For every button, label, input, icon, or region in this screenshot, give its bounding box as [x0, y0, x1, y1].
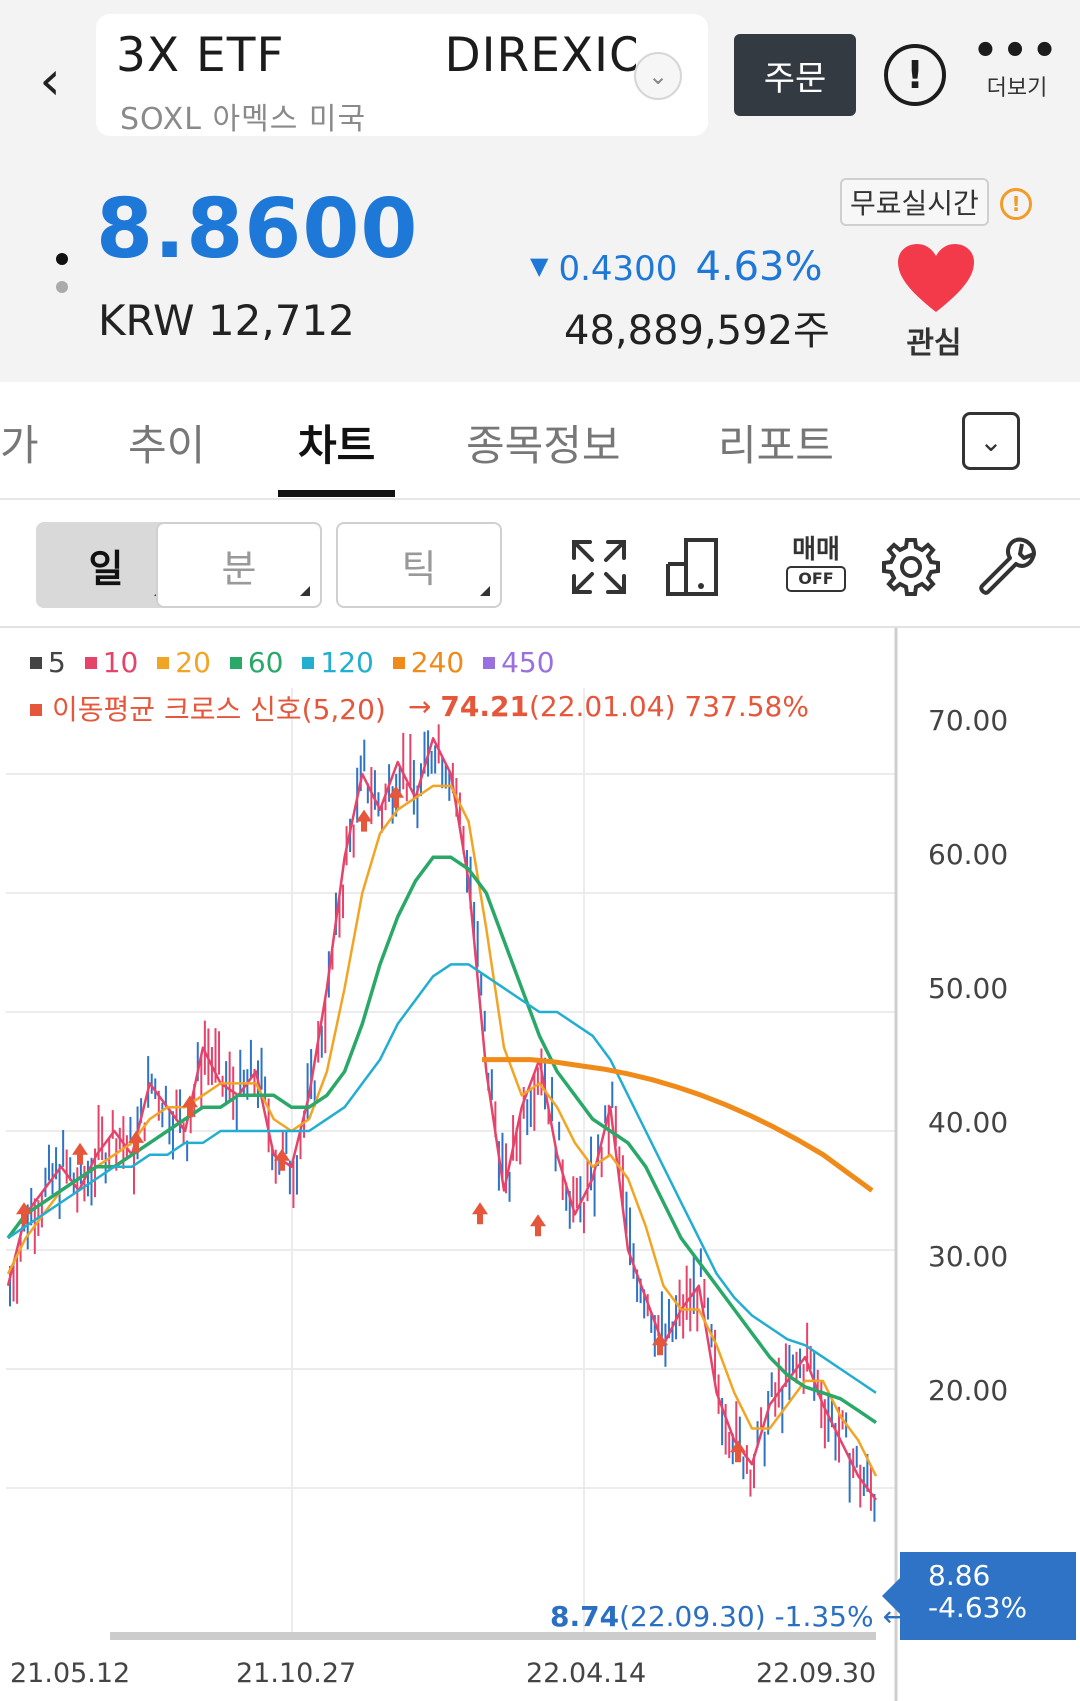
price-area: 8.8600 KRW 12,712 ▼ 0.4300 4.63% 48,889,59… — [0, 150, 1080, 382]
trade-label: 매매 — [792, 535, 840, 565]
ticker-left: 3X ETF — [116, 28, 285, 83]
cross-signal-arrow — [472, 1202, 488, 1225]
more-label: 더보기 — [986, 76, 1048, 101]
period-day-label: 일 — [88, 546, 124, 591]
order-button[interactable]: 주문 — [734, 34, 856, 116]
x-tick-label: 22.04.14 — [526, 1658, 647, 1689]
y-tick-label: 50.00 — [928, 972, 1009, 1005]
top-bar: ‹ 3X ETF DIREXIO SOXL 아멕스 미국 ⌄ 주문 ! ••• 더… — [0, 0, 1080, 150]
current-price-label: 8.86 -4.63% — [882, 1552, 1076, 1640]
legend-ma-240: 240 — [392, 646, 464, 679]
expand-icon[interactable] — [568, 536, 630, 598]
current-price: 8.8600 — [96, 182, 419, 277]
page-indicator-active — [56, 253, 68, 265]
tab-stock-info[interactable]: 종목정보 — [466, 412, 621, 473]
y-tick-label: 20.00 — [928, 1374, 1009, 1407]
y-tick-label: 60.00 — [928, 838, 1009, 871]
cross-signal-arrow — [388, 785, 404, 808]
legend-ma-10: 10 — [84, 646, 138, 679]
low-date: (22.09.30) -1.35% — [619, 1600, 874, 1633]
ma-line-120 — [7, 963, 877, 1394]
chart-canvas[interactable] — [0, 628, 1080, 1701]
tab-bar: 가 추이 차트 종목정보 리포트 ⌄ — [0, 382, 1080, 500]
chevron-down-icon[interactable]: ⌄ — [634, 52, 682, 100]
corner-triangle-icon — [300, 586, 310, 596]
tab-price[interactable]: 가 — [0, 412, 39, 473]
legend-ma-20: 20 — [157, 646, 211, 679]
more-dots-icon: ••• — [972, 28, 1062, 74]
high-annotation: → 74.21(22.01.04) 737.58% — [408, 690, 809, 723]
ma-legend: 5 10 20 60 120 240 450 — [30, 646, 565, 679]
chart-toolbar: 일 분 틱 매매 OFF — [0, 500, 1080, 628]
ticker-right: DIREXIO — [444, 28, 636, 83]
cross-signal-arrow — [72, 1142, 88, 1165]
tab-chart[interactable]: 차트 — [298, 412, 375, 473]
tab-trend[interactable]: 추이 — [128, 412, 205, 473]
x-tick-label: 21.10.27 — [236, 1658, 357, 1689]
down-triangle-icon: ▼ — [530, 252, 549, 280]
current-pct: -4.63% — [928, 1591, 1028, 1624]
corner-triangle-icon — [480, 586, 490, 596]
current-value: 8.86 — [928, 1559, 991, 1592]
trade-state: OFF — [786, 566, 846, 592]
more-button[interactable]: ••• 더보기 — [972, 28, 1062, 102]
stock-title: 3X ETF DIREXIO — [116, 28, 636, 83]
page-indicator-inactive — [56, 281, 68, 293]
period-tick-label: 틱 — [401, 546, 437, 591]
price-change: ▼ 0.4300 4.63% — [530, 244, 823, 290]
chevron-left-icon[interactable]: ‹ — [22, 40, 78, 120]
info-icon[interactable]: ! — [1000, 188, 1032, 220]
cross-signal-arrow — [356, 809, 372, 832]
rotate-screen-icon[interactable] — [664, 536, 726, 598]
watch-label: 관심 — [906, 326, 962, 361]
tab-report[interactable]: 리포트 — [718, 412, 834, 473]
x-tick-label: 22.09.30 — [756, 1658, 877, 1689]
period-minute-label: 분 — [221, 546, 257, 591]
stock-title-box[interactable]: 3X ETF DIREXIO SOXL 아멕스 미국 ⌄ — [96, 14, 708, 136]
trade-toggle[interactable]: 매매 OFF — [786, 536, 846, 592]
gear-icon[interactable] — [880, 536, 942, 598]
price-chart[interactable]: 5 10 20 60 120 240 450 이동평균 크로스 신호(5,20)… — [0, 628, 1080, 1701]
period-minute-button[interactable]: 분 — [156, 522, 322, 608]
legend-ma-450: 450 — [483, 646, 555, 679]
tab-active-indicator — [278, 490, 395, 497]
y-tick-label: 30.00 — [928, 1240, 1009, 1273]
legend-ma-120: 120 — [302, 646, 374, 679]
high-date: (22.01.04) 737.58% — [528, 690, 809, 723]
krw-price: KRW 12,712 — [98, 296, 355, 345]
heart-icon[interactable] — [896, 242, 976, 314]
tab-menu-chevron-icon[interactable]: ⌄ — [962, 412, 1020, 470]
wrench-icon[interactable] — [976, 536, 1038, 598]
cross-signal-legend: 이동평균 크로스 신호(5,20) — [30, 688, 386, 728]
y-tick-label: 70.00 — [928, 704, 1009, 737]
period-tick-button[interactable]: 틱 — [336, 522, 502, 608]
cross-signal-arrow — [16, 1202, 32, 1225]
low-annotation: 8.74(22.09.30) -1.35% ← — [550, 1600, 906, 1633]
legend-ma-5: 5 — [30, 646, 66, 679]
change-pct: 4.63% — [695, 244, 823, 290]
period-day-button[interactable]: 일 — [36, 522, 176, 608]
y-tick-label: 40.00 — [928, 1106, 1009, 1139]
stock-subtitle: SOXL 아멕스 미국 — [120, 102, 367, 136]
realtime-badge[interactable]: 무료실시간 — [840, 178, 989, 226]
scrollbar[interactable] — [110, 1632, 876, 1640]
alert-icon[interactable]: ! — [884, 44, 946, 106]
cross-signal-arrow — [530, 1214, 546, 1237]
change-abs: 0.4300 — [558, 249, 678, 289]
volume: 48,889,592주 — [564, 308, 830, 354]
high-value: 74.21 — [440, 690, 529, 723]
x-tick-label: 21.05.12 — [10, 1658, 131, 1689]
low-value: 8.74 — [550, 1600, 620, 1633]
legend-ma-60: 60 — [229, 646, 283, 679]
